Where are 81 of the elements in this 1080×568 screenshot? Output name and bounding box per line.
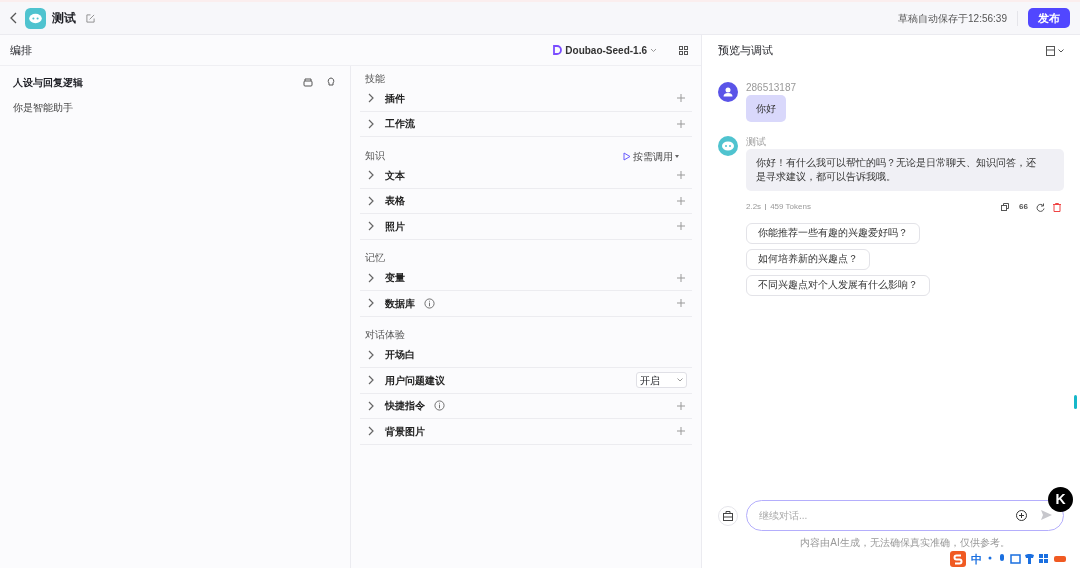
config-item[interactable]: 工作流 bbox=[385, 116, 415, 132]
config-row[interactable]: 背景图片 bbox=[360, 419, 692, 445]
chevron-right-icon[interactable] bbox=[366, 400, 376, 411]
section-title: 技能 bbox=[365, 71, 385, 86]
caret-icon bbox=[650, 47, 657, 53]
back-icon[interactable] bbox=[10, 12, 18, 24]
ai-disclaimer: 内容由AI生成，无法确保真实准确，仅供参考。 bbox=[799, 536, 1011, 550]
suggested-question[interactable]: 你能推荐一些有趣的兴趣爱好吗？ bbox=[746, 223, 920, 244]
add-circle-icon[interactable] bbox=[1016, 510, 1027, 521]
input-mode[interactable]: 中 bbox=[971, 550, 982, 568]
caret-icon bbox=[677, 378, 683, 383]
panel-title: 预览与调试 bbox=[718, 43, 773, 59]
grid-icon[interactable] bbox=[679, 45, 688, 55]
chevron-right-icon[interactable] bbox=[366, 298, 376, 309]
persona-prompt[interactable]: 你是智能助手 bbox=[13, 100, 337, 115]
copy-icon[interactable] bbox=[1001, 203, 1010, 211]
config-item[interactable]: 变量 bbox=[385, 270, 405, 286]
layout-icon bbox=[1046, 45, 1056, 56]
bot-avatar-icon bbox=[25, 7, 46, 29]
config-row[interactable]: 开场白 bbox=[360, 342, 692, 368]
chevron-right-icon[interactable] bbox=[366, 170, 376, 181]
autosave-status: 草稿自动保存于12:56:39 bbox=[898, 10, 1018, 26]
sender-name: 286513187 bbox=[746, 82, 797, 93]
refresh-icon[interactable] bbox=[1036, 202, 1045, 212]
chevron-right-icon[interactable] bbox=[366, 426, 376, 437]
config-row[interactable]: 插件 bbox=[360, 86, 692, 112]
chevron-right-icon[interactable] bbox=[366, 195, 376, 206]
toolbox-icon[interactable] bbox=[718, 505, 738, 526]
response-time: 2.2s bbox=[746, 201, 762, 213]
suggested-question[interactable]: 如何培养新的兴趣点？ bbox=[746, 249, 870, 270]
config-item[interactable]: 表格 bbox=[385, 193, 405, 209]
bot-name: 测试 bbox=[52, 10, 76, 27]
config-row[interactable]: 变量 bbox=[360, 265, 692, 291]
config-row[interactable]: 文本 bbox=[360, 163, 692, 189]
config-row[interactable]: 工作流 bbox=[360, 111, 692, 137]
config-item[interactable]: 插件 bbox=[385, 90, 405, 106]
token-count: 459 Tokens bbox=[770, 201, 811, 213]
suggested-question[interactable]: 不同兴趣点对个人发展有什么影响？ bbox=[746, 275, 930, 296]
model-logo-icon bbox=[553, 45, 563, 55]
panel-title: 编排 bbox=[10, 42, 32, 58]
config-item[interactable]: 数据库 bbox=[385, 295, 415, 311]
chevron-right-icon[interactable] bbox=[366, 221, 376, 232]
caret-icon bbox=[675, 154, 679, 158]
toggle-dropdown[interactable]: 开启 bbox=[636, 372, 687, 389]
persona-title: 人设与回复逻辑 bbox=[13, 75, 83, 90]
config-item[interactable]: 照片 bbox=[385, 218, 405, 234]
model-selector[interactable]: Doubao-Seed-1.6 bbox=[553, 42, 657, 58]
quote-button[interactable]: 66 bbox=[1019, 201, 1028, 213]
config-item[interactable]: 文本 bbox=[385, 167, 405, 183]
config-row[interactable]: 快捷指令 bbox=[360, 393, 692, 419]
config-row[interactable]: 用户问题建议 开启 bbox=[360, 368, 692, 394]
template-icon[interactable] bbox=[303, 77, 313, 87]
chevron-right-icon[interactable] bbox=[366, 349, 376, 360]
edit-icon[interactable] bbox=[86, 13, 95, 23]
sender-name: 测试 bbox=[746, 136, 767, 147]
publish-button[interactable]: 发布 bbox=[1028, 8, 1070, 28]
config-row[interactable]: 数据库 bbox=[360, 291, 692, 317]
section-title: 知识 bbox=[365, 148, 385, 163]
bot-message: 你好！有什么我可以帮忙的吗？无论是日常聊天、知识问答，还是寻求建议，都可以告诉我哦。 bbox=[746, 149, 1064, 191]
config-item[interactable]: 用户问题建议 bbox=[385, 372, 445, 388]
layout-menu-button[interactable] bbox=[1046, 45, 1064, 56]
config-row[interactable]: 表格 bbox=[360, 188, 692, 214]
caret-icon bbox=[1058, 48, 1064, 53]
config-item[interactable]: 快捷指令 bbox=[385, 398, 425, 414]
section-title: 记忆 bbox=[365, 251, 385, 266]
user-avatar-icon bbox=[718, 82, 738, 102]
chevron-right-icon[interactable] bbox=[366, 93, 376, 104]
recall-mode-dropdown[interactable]: 按需调用 bbox=[622, 148, 679, 164]
bot-avatar-icon bbox=[718, 136, 738, 156]
config-row[interactable]: 照片 bbox=[360, 214, 692, 240]
chevron-right-icon[interactable] bbox=[366, 272, 376, 283]
section-title: 对话体验 bbox=[365, 328, 405, 343]
config-item[interactable]: 开场白 bbox=[385, 347, 415, 363]
delete-icon[interactable] bbox=[1053, 202, 1061, 212]
ime-tools-drawing[interactable] bbox=[987, 554, 1069, 564]
lightbulb-icon[interactable] bbox=[327, 77, 335, 87]
chevron-right-icon[interactable] bbox=[366, 118, 376, 129]
scrollbar-thumb bbox=[1074, 395, 1077, 409]
chevron-right-icon[interactable] bbox=[366, 375, 376, 386]
user-message: 你好 bbox=[746, 95, 786, 122]
config-item[interactable]: 背景图片 bbox=[385, 423, 425, 439]
